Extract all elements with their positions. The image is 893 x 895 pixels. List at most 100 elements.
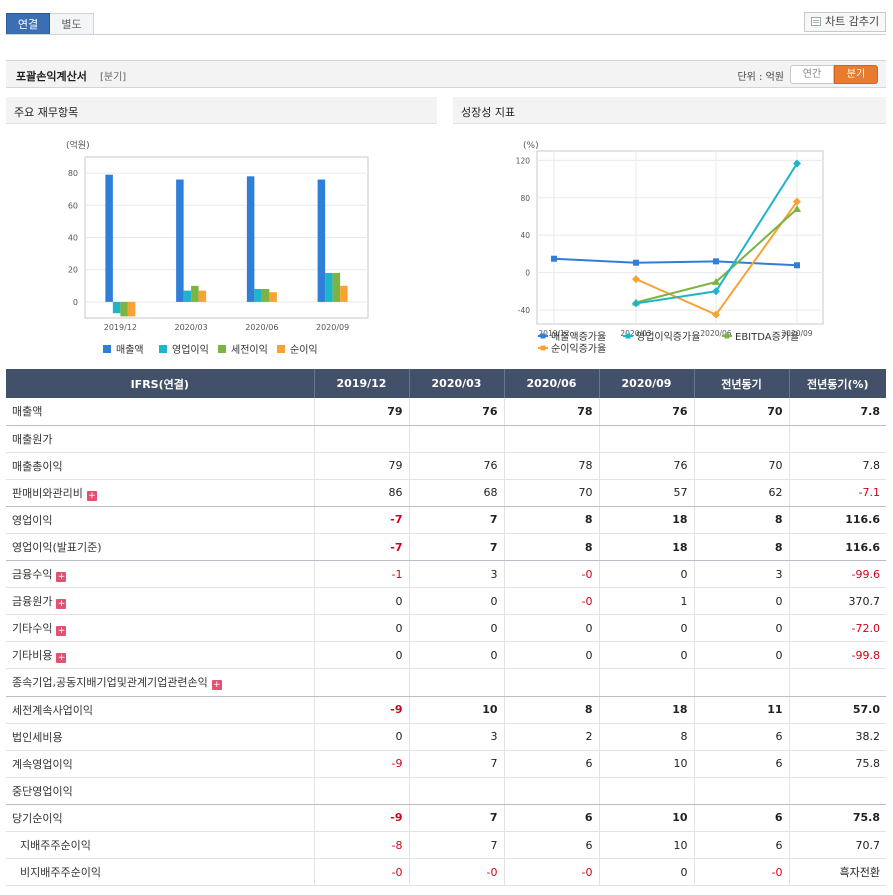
- cell-value: -0: [504, 587, 600, 616]
- cell-value: 70: [694, 398, 790, 426]
- cell-value: 76: [409, 398, 505, 426]
- row-label: 영업이익: [6, 506, 315, 534]
- bar-1: [317, 179, 326, 302]
- legend-marker: [540, 345, 546, 351]
- cell-value: [789, 425, 886, 453]
- expand-plus-icon[interactable]: +: [56, 626, 67, 637]
- section-subtitle: [분기]: [100, 72, 127, 83]
- bar-2: [112, 301, 121, 314]
- cell-value: 75.8: [789, 750, 886, 778]
- cell-value: -1: [314, 560, 410, 589]
- table-row: 금융수익 + -1 3 -0 0 3 -99.6: [6, 560, 886, 589]
- y-axis-unit: (%): [523, 141, 539, 151]
- row-label: 비지배주주순이익: [6, 858, 315, 887]
- row-label-text: 매출액: [12, 405, 43, 419]
- cell-value: -9: [314, 696, 410, 724]
- row-label: 기타비용 +: [6, 641, 315, 670]
- point-marker: [713, 258, 719, 265]
- cell-value: 6: [504, 804, 600, 833]
- column-header: 2019/12: [314, 369, 410, 398]
- expand-plus-icon[interactable]: +: [86, 490, 97, 501]
- bar-3: [191, 285, 199, 302]
- row-label: 매출원가: [6, 425, 315, 453]
- cell-value: -7.1: [789, 479, 886, 507]
- legend-marker: [724, 333, 730, 339]
- row-label-text: 비지배주주순이익: [20, 866, 101, 880]
- row-label: 판매비와관리비 +: [6, 479, 315, 507]
- cell-value: 7: [409, 533, 505, 562]
- tab-consolidated[interactable]: 연결: [6, 13, 50, 35]
- row-label-text: 기타비용: [12, 649, 53, 663]
- bar-2: [325, 272, 333, 302]
- table-row: 영업이익 -7 7 8 18 8 116.6: [6, 506, 886, 534]
- cell-value: 3: [694, 560, 790, 589]
- key-financials-panel: 주요 재무항목 (억원) 80 60 40 20 0 2019/12 2020/03 2020/…: [6, 97, 437, 369]
- annual-button[interactable]: 연간: [790, 65, 834, 84]
- legend-label: 영업이익증가율: [636, 330, 700, 343]
- row-label: 금융수익 +: [6, 560, 315, 589]
- quarterly-button[interactable]: 분기: [834, 65, 878, 84]
- cell-value: -7: [314, 533, 410, 562]
- cell-value: -0: [314, 858, 410, 887]
- hide-chart-label: 차트 감추기: [825, 15, 880, 28]
- row-label: 법인세비용: [6, 723, 315, 751]
- row-label-text: 중단영업이익: [12, 784, 73, 798]
- column-header: IFRS(연결): [6, 369, 315, 398]
- row-label: 매출총이익: [6, 452, 315, 480]
- cell-value: 8: [599, 723, 695, 751]
- bar-2: [183, 290, 192, 302]
- expand-plus-icon[interactable]: +: [56, 599, 67, 610]
- y-tick-label: 40: [68, 234, 78, 243]
- row-label: 매출액: [6, 398, 315, 426]
- cell-value: [789, 668, 886, 697]
- cell-value: 8: [504, 506, 600, 534]
- cell-value: 57: [599, 479, 695, 507]
- table-row: 금융원가 +0 0 -0 1 0 370.7: [6, 587, 886, 616]
- cell-value: 116.6: [789, 506, 886, 534]
- cell-value: 78: [504, 452, 600, 480]
- cell-value: 6: [694, 804, 790, 833]
- bar-4: [127, 301, 136, 317]
- cell-value: 11: [694, 696, 790, 724]
- legend-swatch: [277, 345, 285, 353]
- x-tick-label: 2019/12: [104, 323, 137, 332]
- cell-value: 0: [409, 587, 505, 616]
- cell-value: [409, 425, 505, 453]
- legend-marker: [540, 333, 546, 339]
- cell-value: 3: [409, 723, 505, 751]
- table-row: 법인세비용 0 3 2 8 6 38.2: [6, 723, 886, 751]
- point-marker: [794, 262, 800, 269]
- table-row: 종속기업,공동지배기업및관계기업관련손익 +: [6, 668, 886, 697]
- expand-plus-icon[interactable]: +: [211, 680, 222, 691]
- cell-value: 10: [599, 831, 695, 860]
- y-tick-label: 120: [516, 156, 531, 165]
- cell-value: 76: [599, 452, 695, 480]
- table-row: 판매비와관리비 +86 68 70 57 62 -7.1: [6, 479, 886, 507]
- bar-4: [198, 290, 207, 302]
- cell-value: -9: [314, 804, 410, 833]
- row-label-text: 세전계속사업이익: [12, 703, 93, 717]
- income-statement-header: 포괄손익계산서 [분기] 단위 : 억원 연간 분기: [6, 60, 886, 88]
- key-financials-chart: (억원) 80 60 40 20 0 2019/12 2020/03 2020/06 2020/0…: [66, 139, 369, 356]
- cell-value: 8: [694, 533, 790, 562]
- cell-value: 10: [409, 696, 505, 724]
- row-label-text: 종속기업,공동지배기업및관계기업관련손익: [12, 676, 208, 690]
- cell-value: 0: [504, 614, 600, 643]
- cell-value: 370.7: [789, 587, 886, 616]
- row-label: 종속기업,공동지배기업및관계기업관련손익 +: [6, 668, 315, 697]
- cell-value: 10: [599, 750, 695, 778]
- row-label: 당기순이익: [6, 804, 315, 833]
- expand-plus-icon[interactable]: +: [56, 572, 67, 583]
- column-header: 2020/03: [409, 369, 505, 398]
- cell-value: 0: [694, 641, 790, 670]
- cell-value: 38.2: [789, 723, 886, 751]
- table-row: 영업이익(발표기준) -7 7 8 18 8 116.6: [6, 533, 886, 562]
- row-label-text: 계속영업이익: [12, 757, 73, 771]
- hide-chart-button[interactable]: 차트 감추기: [804, 12, 886, 32]
- y-tick-label: 20: [68, 266, 78, 275]
- cell-value: -8: [314, 831, 410, 860]
- tab-separate[interactable]: 별도: [50, 13, 94, 35]
- table-row: 매출원가: [6, 425, 886, 453]
- cell-value: 0: [599, 641, 695, 670]
- expand-plus-icon[interactable]: +: [56, 653, 67, 664]
